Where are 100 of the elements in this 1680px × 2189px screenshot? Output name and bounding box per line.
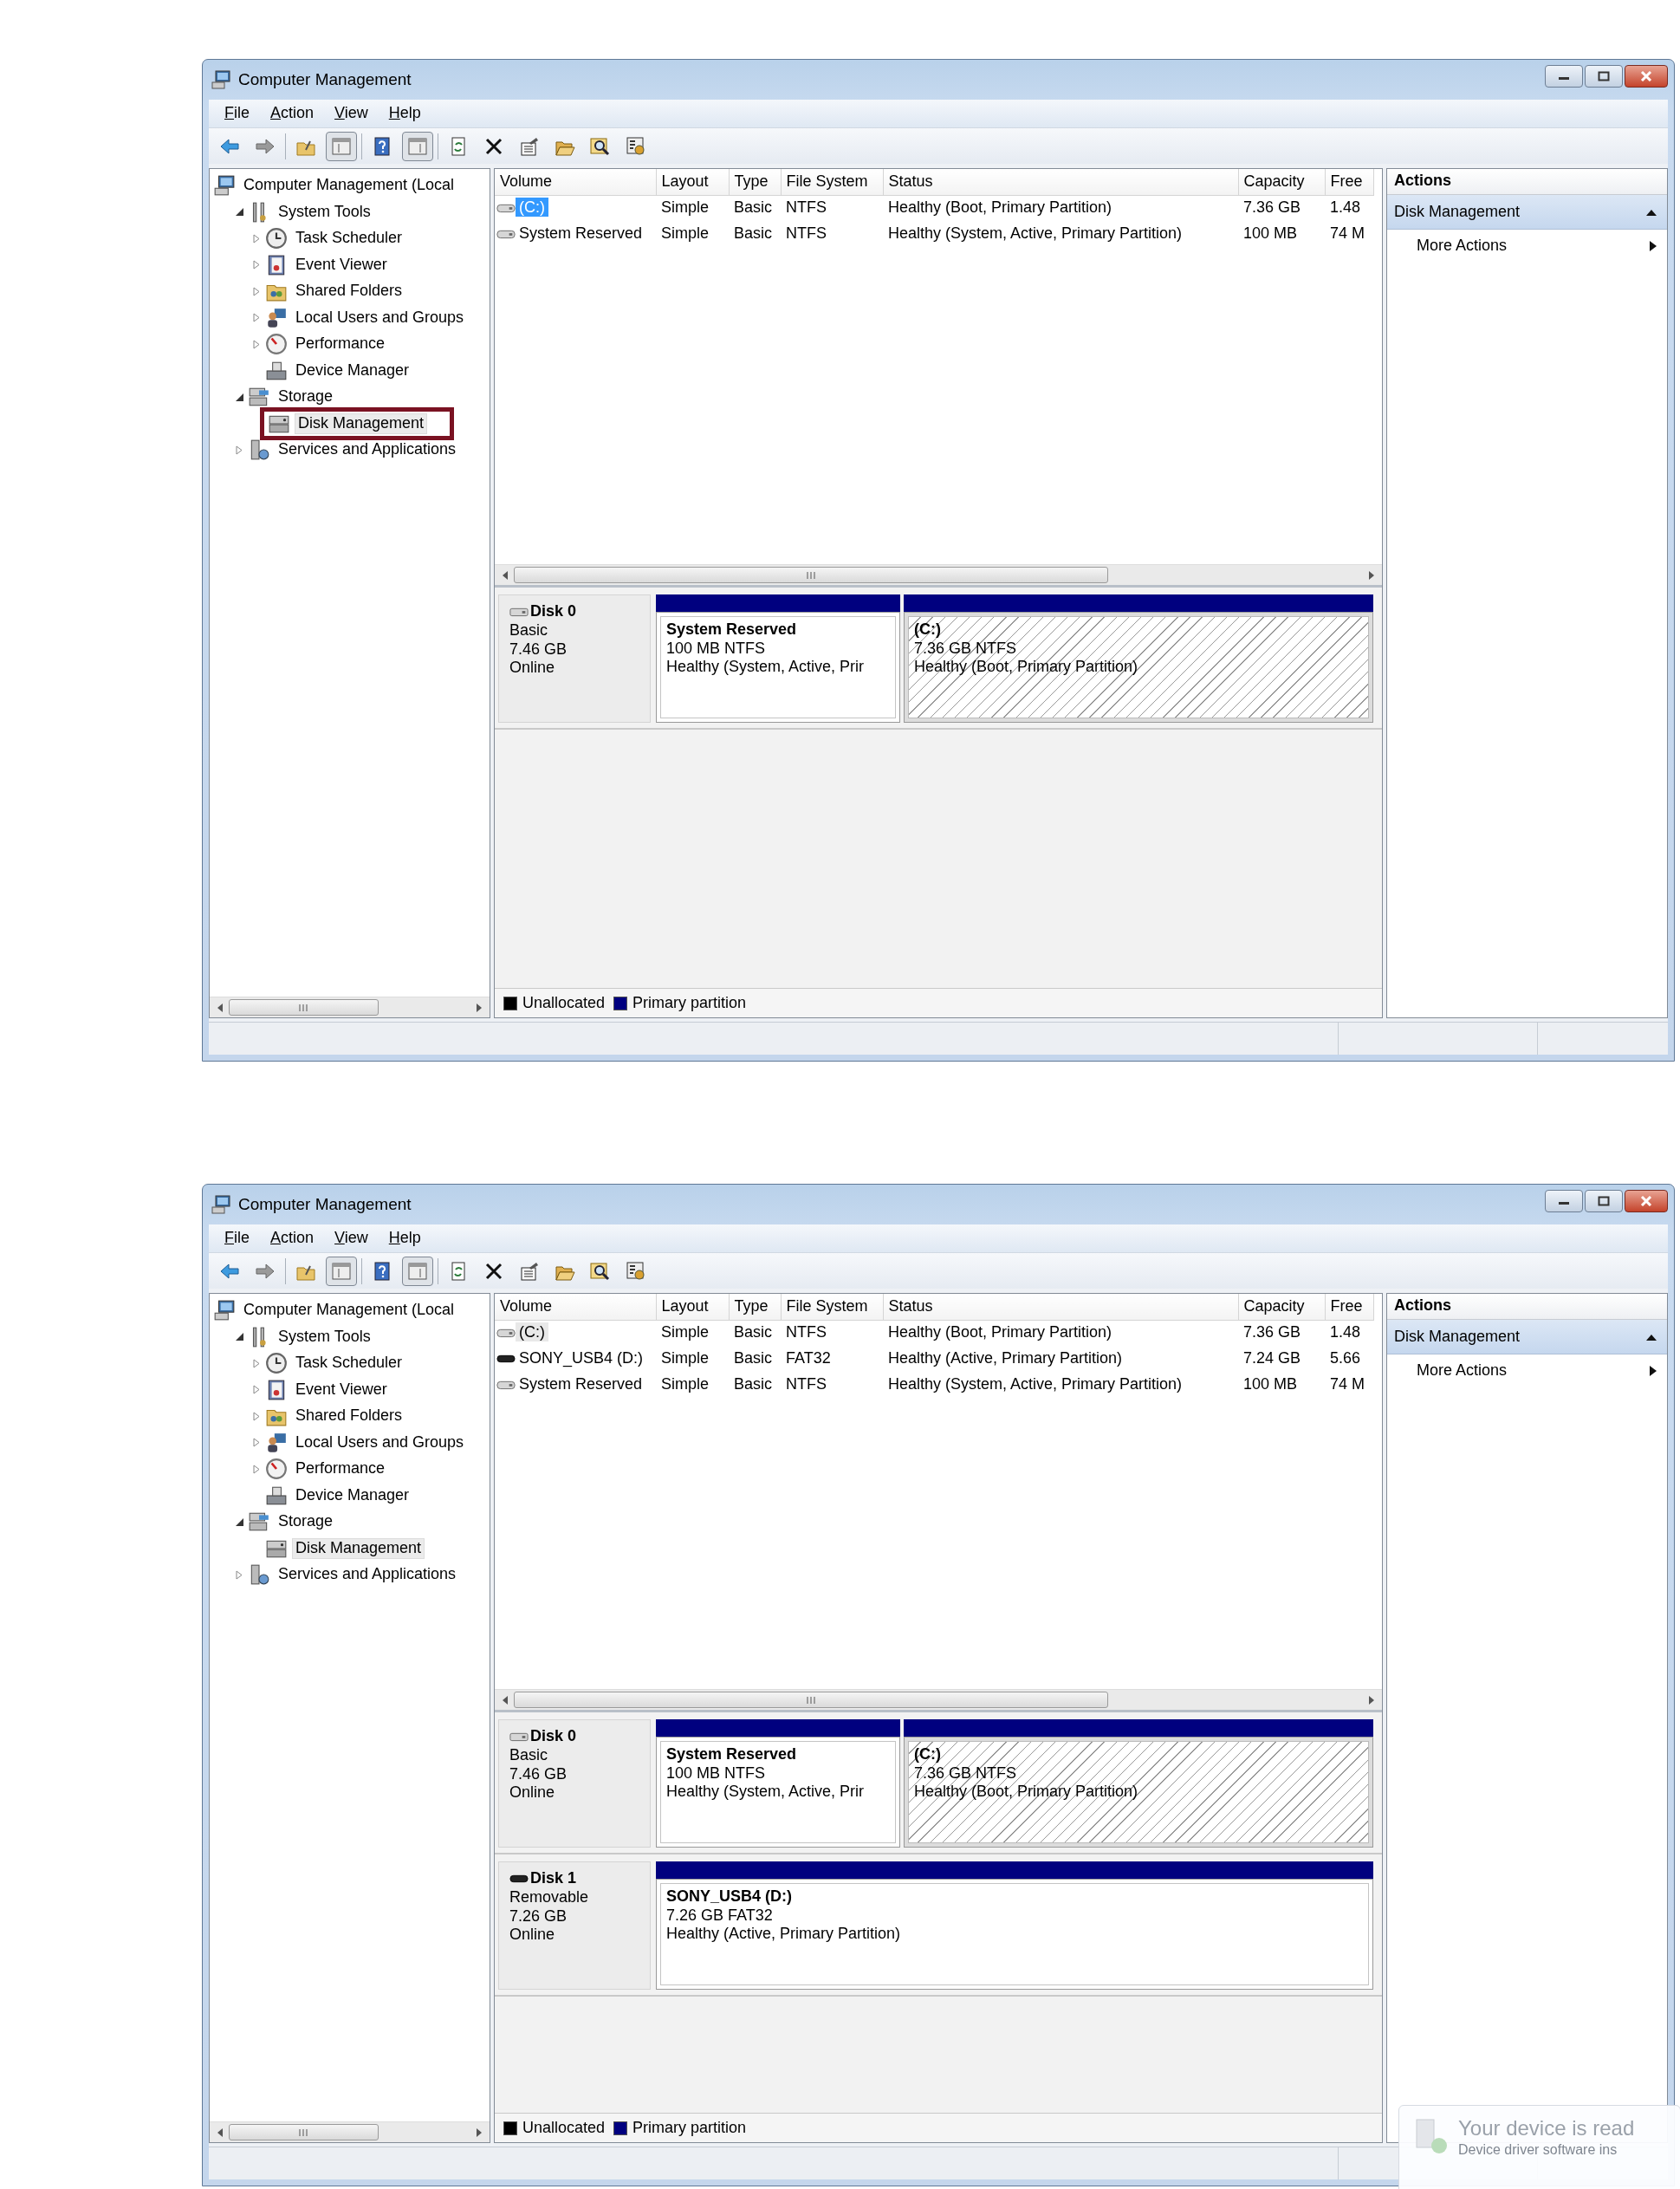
column-header[interactable]: Volume <box>495 169 656 195</box>
expand-arrow-icon[interactable] <box>253 233 260 244</box>
expand-arrow-icon[interactable] <box>253 339 260 349</box>
column-header[interactable]: Capacity <box>1238 169 1325 195</box>
window-title: Computer Management <box>238 69 412 90</box>
expand-arrow-icon[interactable] <box>253 1385 260 1395</box>
partition-block[interactable]: System Reserved 100 MB NTFS Healthy (System, Active, Prir <box>656 612 900 723</box>
menu-item[interactable]: File <box>214 1229 260 1248</box>
right-arrow-icon <box>476 1003 483 1012</box>
partition-block[interactable]: SONY_USB4 (D:) 7.26 GB FAT32 Healthy (Active, Primary Partition) <box>656 1879 1373 1990</box>
table-cell-text: Basic <box>733 1374 773 1395</box>
expand-arrow-icon[interactable] <box>253 1411 260 1421</box>
partition-name: (C:) <box>914 1745 941 1764</box>
column-header[interactable]: Capacity <box>1238 1294 1325 1320</box>
tree-item[interactable]: Event Viewer <box>292 1379 391 1400</box>
partition-block[interactable]: (C:) 7.36 GB NTFS Healthy (Boot, Primary Partition) <box>904 1737 1373 1848</box>
drive-label[interactable]: (C:) <box>516 1322 548 1342</box>
menu-item[interactable]: Help <box>378 104 431 123</box>
menu-item[interactable]: Action <box>260 104 325 123</box>
disk-info: Basic <box>509 621 548 640</box>
tree-item[interactable]: Shared Folders <box>292 281 406 302</box>
tree-item[interactable]: Local Users and Groups <box>292 307 468 328</box>
table-cell-text: NTFS <box>785 1374 827 1395</box>
actions-section-header[interactable]: Disk Management <box>1387 195 1667 230</box>
scrollbar-thumb[interactable] <box>229 2124 379 2140</box>
tree-item[interactable]: Local Users and Groups <box>292 1432 468 1453</box>
scrollbar-thumb[interactable] <box>514 567 1108 583</box>
tree-item[interactable]: Disk Management <box>295 412 428 434</box>
close-button[interactable] <box>1625 65 1668 88</box>
tree-item[interactable]: Storage <box>275 1511 337 1533</box>
tree-item[interactable]: Event Viewer <box>292 254 391 276</box>
collapse-arrow-icon[interactable] <box>235 393 243 401</box>
column-header[interactable]: Layout <box>656 1294 729 1320</box>
notification-popup[interactable]: Your device is read Device driver software ins <box>1398 2105 1680 2189</box>
table-cell: 7.36 GB <box>1238 1320 1325 1346</box>
tree-item[interactable]: System Tools <box>275 201 374 223</box>
scrollbar-thumb[interactable] <box>514 1692 1108 1708</box>
scrollbar-thumb[interactable] <box>229 999 379 1016</box>
disk-info: Online <box>509 1926 556 1945</box>
drive-label[interactable]: System Reserved <box>516 1374 646 1393</box>
tree-item[interactable]: Task Scheduler <box>292 1353 406 1374</box>
tree-item[interactable]: Device Manager <box>292 1484 413 1506</box>
action-item[interactable]: More Actions <box>1387 230 1667 263</box>
expand-arrow-icon[interactable] <box>253 286 260 296</box>
tree-item[interactable]: Computer Management (Local <box>240 1300 458 1322</box>
drive-label[interactable]: System Reserved <box>516 223 646 243</box>
collapse-icon[interactable] <box>1646 208 1657 216</box>
tree-item[interactable]: Services and Applications <box>275 1564 460 1586</box>
table-cell: Healthy (Boot, Primary Partition) <box>883 195 1238 221</box>
tree-item[interactable]: Device Manager <box>292 360 413 381</box>
menu-item[interactable]: View <box>324 104 379 123</box>
column-header[interactable]: Free <box>1325 1294 1373 1320</box>
minimize-button[interactable] <box>1545 1190 1583 1212</box>
tree-item[interactable]: Storage <box>275 386 337 408</box>
column-header[interactable]: Status <box>883 1294 1238 1320</box>
menu-item[interactable]: File <box>214 104 260 123</box>
users-icon <box>265 1431 288 1454</box>
expand-arrow-icon[interactable] <box>253 1464 260 1474</box>
menu-item[interactable]: Action <box>260 1229 325 1248</box>
partition-block[interactable]: System Reserved 100 MB NTFS Healthy (System, Active, Prir <box>656 1737 900 1848</box>
disk-info: 7.46 GB <box>509 640 568 659</box>
expand-arrow-icon[interactable] <box>253 260 260 270</box>
expand-arrow-icon[interactable] <box>253 313 260 323</box>
tree-item[interactable]: System Tools <box>275 1326 374 1348</box>
close-button[interactable] <box>1625 1190 1668 1212</box>
column-header[interactable]: Layout <box>656 169 729 195</box>
tree-item[interactable]: Performance <box>292 1458 389 1480</box>
tree-item[interactable]: Task Scheduler <box>292 228 406 250</box>
column-header[interactable]: File System <box>781 1294 883 1320</box>
tree-item[interactable]: Disk Management <box>292 1537 425 1559</box>
collapse-icon[interactable] <box>1646 1333 1657 1341</box>
collapse-arrow-icon[interactable] <box>235 1517 243 1526</box>
grip-icon <box>805 570 817 580</box>
maximize-button[interactable] <box>1585 1190 1623 1212</box>
maximize-button[interactable] <box>1585 65 1623 88</box>
column-header[interactable]: Type <box>729 169 781 195</box>
expand-arrow-icon[interactable] <box>253 1438 260 1448</box>
column-header[interactable]: Free <box>1325 169 1373 195</box>
grip-icon <box>297 2127 310 2137</box>
column-header[interactable]: File System <box>781 169 883 195</box>
tree-item[interactable]: Shared Folders <box>292 1406 406 1427</box>
collapse-arrow-icon[interactable] <box>235 208 243 217</box>
expand-arrow-icon[interactable] <box>236 1569 243 1580</box>
partition-block[interactable]: (C:) 7.36 GB NTFS Healthy (Boot, Primary Partition) <box>904 612 1373 723</box>
minimize-button[interactable] <box>1545 65 1583 88</box>
column-header[interactable]: Status <box>883 169 1238 195</box>
action-item[interactable]: More Actions <box>1387 1354 1667 1387</box>
menu-item[interactable]: View <box>324 1229 379 1248</box>
column-header[interactable]: Volume <box>495 1294 656 1320</box>
collapse-arrow-icon[interactable] <box>235 1333 243 1341</box>
expand-arrow-icon[interactable] <box>253 1358 260 1368</box>
column-header[interactable]: Type <box>729 1294 781 1320</box>
tree-item[interactable]: Computer Management (Local <box>240 175 458 197</box>
drive-label[interactable]: SONY_USB4 (D:) <box>516 1348 647 1367</box>
tree-item[interactable]: Performance <box>292 334 389 355</box>
tree-item[interactable]: Services and Applications <box>275 439 460 461</box>
expand-arrow-icon[interactable] <box>236 445 243 455</box>
disk-info: 7.26 GB <box>509 1906 568 1926</box>
menu-item[interactable]: Help <box>378 1229 431 1248</box>
actions-section-header[interactable]: Disk Management <box>1387 1320 1667 1354</box>
